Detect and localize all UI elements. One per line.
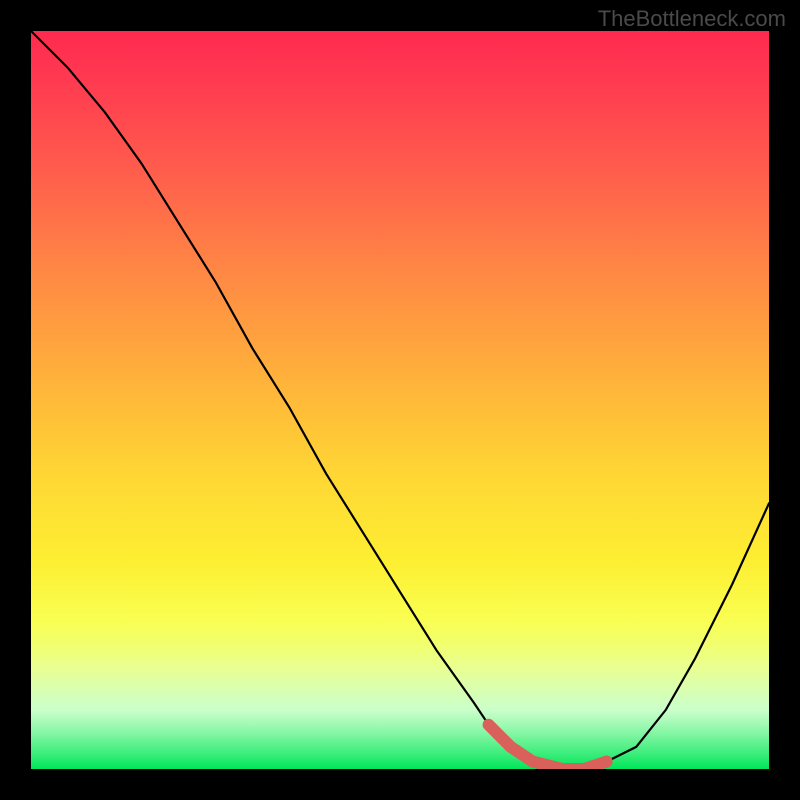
- chart-svg: [31, 31, 769, 769]
- optimal-range-endpoint: [601, 756, 613, 768]
- chart-area: [31, 31, 769, 769]
- optimal-range-path: [489, 725, 607, 769]
- bottleneck-curve-path: [31, 31, 769, 769]
- watermark-text: TheBottleneck.com: [598, 6, 786, 32]
